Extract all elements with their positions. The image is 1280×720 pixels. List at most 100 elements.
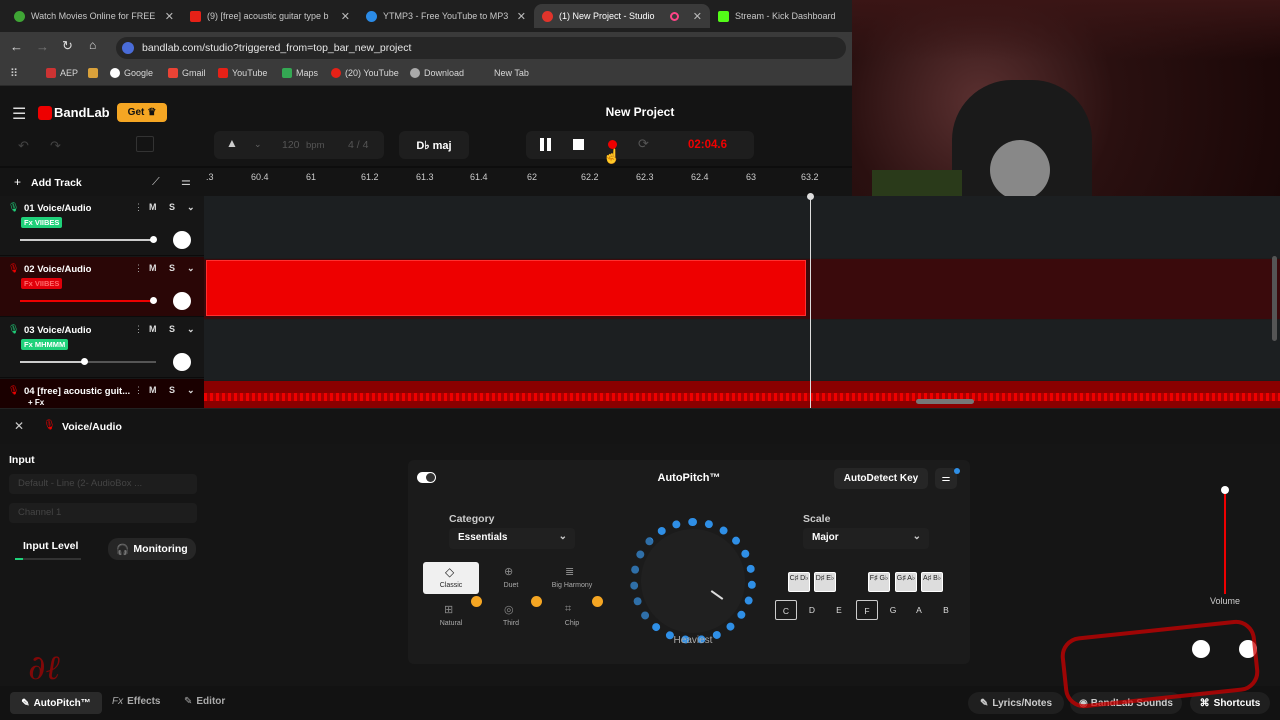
key-c[interactable]: C: [775, 600, 797, 620]
preset-classic[interactable]: ◇ Classic: [423, 562, 479, 594]
monitoring-button[interactable]: 🎧 Monitoring: [108, 538, 196, 560]
bookmark[interactable]: Maps: [282, 68, 318, 78]
close-icon[interactable]: ✕: [14, 419, 24, 433]
lane[interactable]: [204, 196, 1280, 258]
playhead-handle[interactable]: [807, 193, 814, 200]
browser-tab-active[interactable]: (1) New Project - Studio ✕: [534, 4, 710, 28]
track-header[interactable]: 🎙 03 Voice/Audio ⋮ M S ⌄ Fx MHMMM: [0, 318, 204, 378]
bookmark[interactable]: (20) YouTube: [331, 68, 399, 78]
metronome-icon[interactable]: ▲: [226, 136, 238, 150]
bookmark[interactable]: AEP: [46, 68, 78, 78]
bandlab-logo[interactable]: BandLab: [54, 105, 110, 120]
chevron-down-icon[interactable]: ⌄: [254, 139, 262, 150]
loop-icon[interactable]: ⟳: [638, 136, 649, 152]
plus-icon[interactable]: +: [14, 175, 21, 189]
volume-slider[interactable]: [20, 236, 158, 243]
key-d-sharp[interactable]: D♯ E♭: [814, 572, 836, 592]
volume-fader-knob[interactable]: [1221, 486, 1229, 494]
mute-button[interactable]: M: [149, 263, 157, 273]
scale-select[interactable]: Major ⌄: [803, 528, 929, 549]
back-icon[interactable]: ←: [10, 39, 23, 54]
bookmark[interactable]: Google: [110, 68, 153, 78]
fx-badge[interactable]: Fx VIIBES: [21, 217, 63, 228]
track-name[interactable]: 02 Voice/Audio: [24, 264, 91, 275]
timeline-ruler[interactable]: .3 60.4 61 61.2 61.3 61.4 62 62.2 62.3 6…: [204, 168, 852, 196]
close-icon[interactable]: ✕: [511, 10, 526, 23]
more-icon[interactable]: ⋮: [134, 202, 143, 213]
apps-grid-icon[interactable]: ⠿: [10, 67, 18, 80]
browser-tab[interactable]: YTMP3 - Free YouTube to MP3 ✕: [358, 4, 534, 28]
track-name[interactable]: 03 Voice/Audio: [24, 325, 91, 336]
more-icon[interactable]: ⋮: [134, 263, 143, 274]
menu-icon[interactable]: ☰: [12, 104, 26, 124]
editor-tab[interactable]: ✎ Editor: [184, 696, 225, 707]
track-lanes[interactable]: [204, 193, 1280, 408]
key-a-sharp[interactable]: A♯ B♭: [921, 572, 943, 592]
key-d[interactable]: D: [801, 600, 823, 620]
add-track-button[interactable]: Add Track: [31, 177, 82, 189]
url-field[interactable]: bandlab.com/studio?triggered_from=top_ba…: [116, 37, 846, 59]
reload-icon[interactable]: ↻: [62, 38, 73, 54]
autopitch-tab[interactable]: ✎ AutoPitch™: [10, 692, 102, 714]
get-membership-button[interactable]: Get ♛: [117, 103, 167, 122]
track-header[interactable]: 🎙 01 Voice/Audio ⋮ M S ⌄ Fx VIIBES: [0, 196, 204, 256]
fx-badge[interactable]: Fx VIIBES: [21, 278, 63, 289]
site-info-icon[interactable]: [122, 42, 134, 54]
pan-knob[interactable]: [173, 292, 191, 310]
horizontal-scrollbar[interactable]: [916, 399, 974, 404]
browser-tab[interactable]: (9) [free] acoustic guitar type b ✕: [182, 4, 358, 28]
bookmark[interactable]: YouTube: [218, 68, 267, 78]
key-b[interactable]: B: [935, 600, 957, 620]
chevron-down-icon[interactable]: ⌄: [187, 202, 195, 213]
preset-natural[interactable]: ⊞ Natural: [423, 600, 479, 632]
key-f[interactable]: F: [856, 600, 878, 620]
browser-tab[interactable]: Stream - Kick Dashboard: [710, 4, 850, 28]
chevron-down-icon[interactable]: ⌄: [187, 324, 195, 335]
volume-knob[interactable]: [150, 236, 158, 243]
solo-button[interactable]: S: [169, 263, 175, 273]
key-f-sharp[interactable]: F♯ G♭: [868, 572, 890, 592]
bookmark[interactable]: Download: [410, 68, 464, 78]
audio-clip[interactable]: [204, 381, 1280, 408]
autopitch-knob[interactable]: [641, 529, 745, 633]
home-icon[interactable]: ⌂: [89, 38, 96, 52]
volume-slider[interactable]: [20, 297, 158, 304]
lyrics-notes-button[interactable]: ✎ Lyrics/Notes: [968, 692, 1064, 714]
chevron-down-icon[interactable]: ⌄: [187, 263, 195, 274]
more-icon[interactable]: ⋮: [134, 324, 143, 335]
pan-knob[interactable]: [173, 231, 191, 249]
preset-duet[interactable]: ⊕ Duet: [483, 562, 539, 594]
volume-slider[interactable]: [20, 358, 156, 365]
chevron-down-icon[interactable]: ⌄: [187, 385, 195, 396]
lane[interactable]: [204, 320, 1280, 380]
mute-button[interactable]: M: [149, 202, 157, 212]
key-g[interactable]: G: [882, 600, 904, 620]
time-signature[interactable]: 4 / 4: [348, 139, 368, 151]
bookmark[interactable]: Gmail: [168, 68, 206, 78]
category-select[interactable]: Essentials ⌄: [449, 528, 575, 549]
preset-chip[interactable]: ⌗ Chip: [544, 600, 600, 632]
volume-knob[interactable]: [150, 297, 158, 304]
close-icon[interactable]: ✕: [335, 10, 350, 23]
pan-knob[interactable]: [173, 353, 191, 371]
key-e[interactable]: E: [828, 600, 850, 620]
channel-select[interactable]: Channel 1: [9, 503, 197, 523]
volume-fader[interactable]: [1224, 490, 1226, 594]
solo-button[interactable]: S: [169, 202, 175, 212]
key-a[interactable]: A: [908, 600, 930, 620]
preset-third[interactable]: ◎ Third: [483, 600, 539, 632]
bpm-value[interactable]: 120: [282, 139, 300, 151]
pause-icon[interactable]: [540, 138, 544, 151]
key-g-sharp[interactable]: G♯ A♭: [895, 572, 917, 592]
mute-button[interactable]: M: [149, 385, 157, 395]
effects-tab[interactable]: Fx Effects: [112, 696, 160, 707]
redo-icon[interactable]: ↷: [50, 138, 61, 154]
input-device-select[interactable]: Default - Line (2- AudioBox ...: [9, 474, 197, 494]
recording-clip[interactable]: [206, 260, 806, 316]
close-icon[interactable]: ✕: [687, 10, 702, 23]
track-header[interactable]: 🎙 04 [free] acoustic guit... ⋮ M S ⌄ + F…: [0, 379, 204, 408]
key-c-sharp[interactable]: C♯ D♭: [788, 572, 810, 592]
mute-button[interactable]: M: [149, 324, 157, 334]
undo-icon[interactable]: ↶: [18, 138, 29, 154]
bookmark[interactable]: [88, 68, 102, 78]
